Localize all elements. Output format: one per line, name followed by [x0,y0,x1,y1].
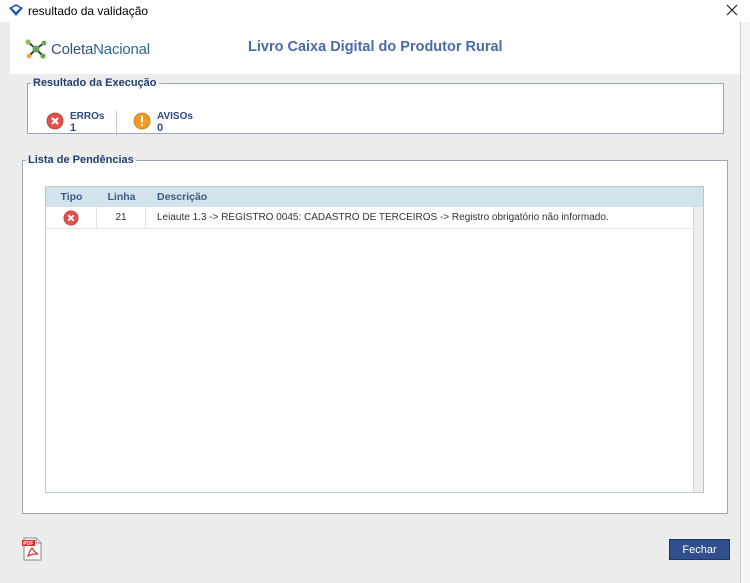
row-descricao-cell: Leiaute 1.3 -> REGISTRO 0045: CADASTRO D… [157,212,609,223]
errors-count: 1 [70,122,77,134]
svg-text:PDF: PDF [23,541,33,547]
diamond-logo-icon [9,4,23,16]
pending-list-legend: Lista de Pendências [28,154,134,166]
error-icon [46,112,64,130]
close-icon[interactable] [724,2,740,18]
warnings-count: 0 [157,122,164,134]
coleta-nacional-logo: ColetaNacional [24,38,150,60]
window-titlebar: resultado da validação [0,0,750,22]
warning-icon [133,112,151,130]
row-tipo-cell [46,207,97,228]
coleta-logo-icon [25,39,47,59]
warnings-label: AVISOs [157,111,193,122]
errors-stat: ERROs 1 [46,111,104,135]
pending-table[interactable]: Tipo Linha Descrição 21 Leiaute 1.3 -> R… [45,186,704,493]
table-scrollbar[interactable] [693,207,703,492]
logo-text: ColetaNacional [51,40,150,58]
stat-separator [116,111,117,136]
column-header-descricao[interactable]: Descrição [146,187,703,207]
table-row[interactable]: 21 Leiaute 1.3 -> REGISTRO 0045: CADASTR… [46,207,694,229]
close-button[interactable]: Fechar [669,539,730,560]
pdf-icon[interactable]: PDF [21,537,43,561]
row-linha-cell: 21 [97,207,146,228]
errors-label: ERROs [70,111,105,122]
page-title: Livro Caixa Digital do Produtor Rural [248,39,503,55]
window-title: resultado da validação [28,4,149,18]
warnings-stat: AVISOs 0 [133,111,193,135]
header: ColetaNacional Livro Caixa Digital do Pr… [10,22,740,74]
column-header-tipo[interactable]: Tipo [46,187,97,207]
execution-result-group: Resultado da Execução ERROs 1 AVISOs 0 [27,77,724,136]
execution-result-legend: Resultado da Execução [33,77,157,89]
error-icon [63,210,79,225]
table-header: Tipo Linha Descrição [46,187,703,207]
column-header-linha[interactable]: Linha [97,187,146,207]
background-window-edge [740,22,750,583]
